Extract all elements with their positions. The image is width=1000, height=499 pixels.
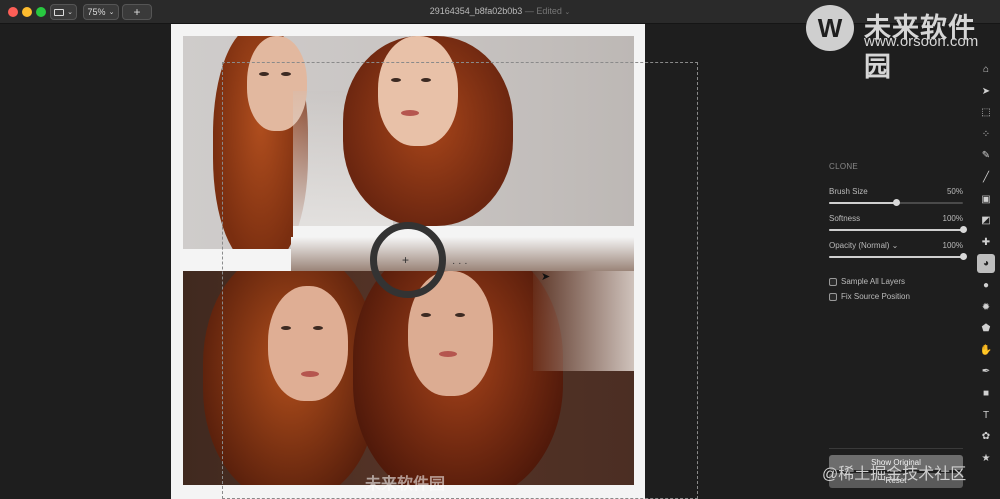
rect-select-icon[interactable]: ⬚ (977, 103, 995, 122)
tool-strip: ⌂ ➤ ⬚ ⁘ ✎ ╱ ▣ ◩ ✚ ◕ ● ✹ ⬟ ✋ ✒ ■ T ✿ ★ (977, 60, 997, 470)
select-arrow-icon[interactable]: ➤ (977, 82, 995, 101)
retouch-icon[interactable]: ✚ (977, 233, 995, 252)
slider-track[interactable] (829, 199, 963, 206)
face-shape (378, 36, 458, 146)
shape-blob-icon[interactable]: ⬟ (977, 319, 995, 338)
checkbox[interactable] (829, 277, 837, 286)
mouse-pointer-icon: ➤ (541, 271, 551, 283)
pen-icon[interactable]: ✒ (977, 362, 995, 381)
eye-shape (313, 326, 323, 330)
slider-knob[interactable] (893, 199, 900, 206)
rectangle-icon[interactable]: ■ (977, 384, 995, 403)
eraser-icon[interactable]: ◩ (977, 211, 995, 230)
bottom-watermark: @稀土掘金技术社区 (822, 466, 967, 483)
clone-stamp-icon[interactable]: ◕ (977, 254, 995, 274)
slider-track[interactable] (829, 226, 967, 233)
brush-icon[interactable]: ╱ (977, 168, 995, 187)
color-picker-icon[interactable]: ✎ (977, 146, 995, 165)
edited-status: — Edited (524, 6, 562, 16)
slider-fill (829, 229, 963, 231)
slider-row: Brush Size 50% (829, 187, 965, 214)
clone-settings-panel: CLONE Brush Size 50% Softness 100% Opacity (… (829, 158, 967, 304)
bottom-photo (183, 271, 634, 485)
slider-value: 50% (946, 187, 963, 196)
slider-knob[interactable] (960, 253, 967, 260)
chevron-down-icon[interactable]: ⌄ (564, 9, 570, 16)
watermark-logo: W (806, 5, 854, 51)
slider-knob[interactable] (960, 226, 967, 233)
panel-divider (829, 448, 963, 449)
slider-value: 100% (942, 241, 963, 250)
slider-fill (829, 202, 896, 204)
checkbox-list: Sample All Layers Fix Source Position (829, 274, 965, 304)
source-dots: · · · (452, 258, 468, 269)
slider-row: Opacity (Normal) ⌄ 100% (829, 241, 967, 268)
crosshair-icon: + (402, 253, 410, 267)
light-icon[interactable]: ✹ (977, 298, 995, 317)
slider-row: Softness 100% (829, 214, 967, 241)
slider-label: Opacity (Normal) ⌄ (829, 241, 899, 250)
face-shape (268, 286, 348, 401)
eye-shape (281, 72, 291, 76)
document-name: 29164354_b8fa02b0b3 (429, 6, 523, 16)
checkbox-label: Sample All Layers (841, 277, 906, 286)
eye-shape (421, 78, 431, 82)
eye-shape (259, 72, 269, 76)
slider-track[interactable] (829, 253, 967, 260)
star-icon[interactable]: ★ (977, 449, 995, 468)
clone-smear (533, 271, 634, 371)
canvas-watermark: 未来软件园 (365, 476, 446, 493)
slider-label: Brush Size (829, 187, 868, 196)
arrange-tool-icon[interactable]: ⌂ (977, 60, 995, 79)
eye-shape (391, 78, 401, 82)
quick-select-icon[interactable]: ⁘ (977, 125, 995, 144)
text-icon[interactable]: T (977, 406, 995, 425)
slider-list: Brush Size 50% Softness 100% Opacity (Normal… (829, 187, 967, 268)
top-photo (183, 36, 634, 249)
checkbox-row[interactable]: Sample All Layers (829, 274, 965, 289)
panel-section-title: CLONE (829, 162, 859, 171)
slider-value: 100% (942, 214, 963, 223)
watermark-url: www.orsoon.com (864, 33, 979, 50)
eye-shape (421, 313, 431, 317)
eye-shape (281, 326, 291, 330)
eye-shape (455, 313, 465, 317)
bucket-icon[interactable]: ▣ (977, 190, 995, 209)
app-window: ⌄ 75% ⌄ + 29164354_b8fa02b0b3 — Edited ⌄ (0, 0, 1000, 499)
blur-icon[interactable]: ● (977, 276, 995, 295)
hand-icon[interactable]: ✋ (977, 341, 995, 360)
checkbox-row[interactable]: Fix Source Position (829, 289, 965, 304)
effects-icon[interactable]: ✿ (977, 427, 995, 446)
checkbox-label: Fix Source Position (841, 292, 910, 301)
lips-shape (439, 351, 457, 357)
lips-shape (301, 371, 319, 377)
slider-fill (829, 256, 963, 258)
checkbox[interactable] (829, 292, 837, 301)
slider-label: Softness (829, 214, 861, 223)
lips-shape (401, 110, 419, 116)
